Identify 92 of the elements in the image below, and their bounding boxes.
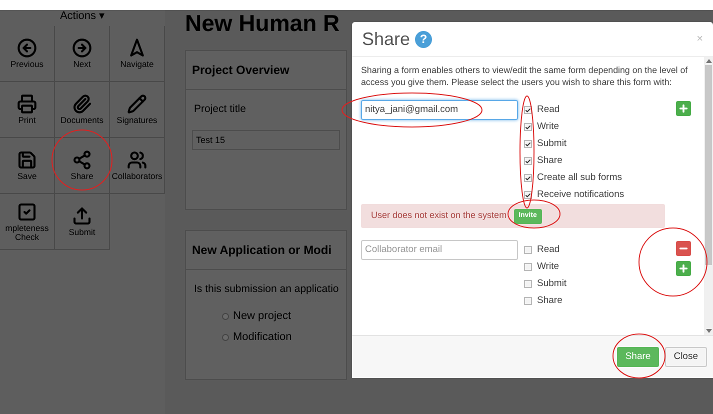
sidebar-action[interactable]: Collaborators (110, 138, 165, 194)
permission-checkbox[interactable]: Share (524, 155, 644, 167)
permission-label: Create all sub forms (537, 172, 622, 184)
right-arrow-circle-icon (72, 38, 92, 58)
permission-checkbox[interactable]: Share (524, 295, 644, 307)
permission-label: Read (537, 104, 560, 116)
sidebar-action[interactable]: Share (55, 138, 110, 194)
annotation-ellipse (612, 334, 666, 378)
page-title: New Human R (185, 10, 341, 36)
option-label: Modification (233, 330, 292, 346)
permission-label: Write (537, 261, 559, 273)
email-field[interactable]: Collaborator email (361, 240, 518, 260)
permission-label: Share (537, 295, 562, 307)
checkbox[interactable] (524, 246, 532, 254)
check-icon (525, 124, 531, 130)
pencil-icon (127, 94, 147, 114)
paperclip-icon (72, 94, 92, 114)
permission-checkbox[interactable]: Create all sub forms (524, 172, 644, 184)
scrollbar-thumb[interactable] (705, 65, 712, 265)
sidebar-action[interactable]: Save (0, 138, 55, 194)
text-field[interactable]: Test 15 (192, 130, 340, 150)
check-icon (525, 158, 531, 164)
scrollbar[interactable] (704, 57, 713, 335)
upload-icon (72, 206, 92, 226)
checkbox-icon (17, 202, 37, 222)
section-title: Project Overview (186, 51, 346, 90)
dialog-title: Share (362, 28, 410, 50)
sidebar-action[interactable]: Previous (0, 26, 55, 82)
sidebar-action[interactable]: Next (55, 26, 110, 82)
save-icon (17, 150, 37, 170)
users-icon (127, 150, 147, 170)
plus-icon (678, 103, 689, 114)
add-button[interactable] (676, 101, 691, 116)
email-field[interactable]: nitya_jani@gmail.com (361, 100, 518, 120)
permission-checkbox[interactable]: Submit (524, 138, 644, 150)
permission-label: Receive notifications (537, 189, 624, 201)
permission-label: Share (537, 155, 562, 167)
check-icon (525, 106, 531, 114)
permission-label: Read (537, 244, 560, 256)
permission-checkbox[interactable]: Submit (524, 278, 644, 290)
navigation-arrow-icon (127, 38, 147, 58)
sidebar-action[interactable]: Navigate (110, 26, 165, 82)
help-icon[interactable]: ? (415, 30, 432, 48)
option-label: New project (233, 308, 292, 324)
error-message: User does not exist on the system (371, 209, 507, 222)
checkbox[interactable] (524, 140, 532, 148)
check-icon (525, 174, 531, 182)
checkbox[interactable] (524, 297, 532, 305)
permission-checkbox[interactable]: Read (524, 244, 644, 256)
sidebar-action[interactable]: mpleteness Check (0, 194, 55, 250)
checkbox[interactable] (524, 263, 532, 271)
checkbox[interactable] (524, 106, 532, 114)
radio-option[interactable]: New project (222, 308, 346, 324)
check-icon (525, 192, 531, 198)
close-dialog-button[interactable]: Close (664, 347, 707, 367)
permission-checkbox[interactable]: Write (524, 261, 644, 273)
checkbox[interactable] (524, 174, 532, 182)
permission-label: Write (537, 121, 559, 133)
radio-button[interactable] (222, 312, 229, 320)
share-icon (72, 150, 92, 170)
annotation-ellipse (638, 228, 708, 296)
scroll-up-icon[interactable] (706, 59, 712, 63)
actions-dropdown[interactable]: Actions ▾ (60, 10, 106, 22)
left-arrow-circle-icon (17, 38, 37, 58)
field-label: Is this submission an applicatio (193, 282, 340, 297)
sidebar-action[interactable]: Print (0, 82, 55, 138)
radio-button[interactable] (222, 334, 229, 341)
section-title: New Application or Modi (186, 231, 346, 270)
sidebar-action[interactable]: Documents (55, 82, 110, 138)
radio-option[interactable]: Modification (222, 329, 346, 346)
checkbox[interactable] (524, 191, 532, 199)
checkbox[interactable] (524, 123, 532, 131)
close-button[interactable]: × (696, 30, 703, 48)
sidebar-action[interactable]: Submit (55, 194, 110, 250)
checkbox[interactable] (524, 280, 532, 288)
permission-checkbox[interactable]: Receive notifications (524, 189, 644, 201)
checkbox[interactable] (524, 157, 532, 165)
field-label: Project title (193, 102, 247, 117)
check-icon (525, 140, 531, 148)
intro-text: Sharing a form enables others to view/edit the same form depending on the level of access you give them. Please select the users you wish to share this form with: (361, 64, 689, 88)
annotation-ellipse (52, 130, 112, 190)
printer-icon (17, 94, 37, 114)
sidebar-action[interactable]: Signatures (110, 82, 165, 138)
permission-label: Submit (537, 278, 567, 290)
permission-checkbox[interactable]: Write (524, 121, 644, 133)
add-button[interactable] (676, 261, 691, 276)
permission-label: Submit (537, 138, 567, 150)
permission-checkbox[interactable]: Read (524, 104, 644, 116)
share-button[interactable]: Share (617, 347, 659, 367)
remove-button[interactable] (676, 241, 691, 256)
scroll-down-icon[interactable] (706, 329, 712, 333)
plus-icon (678, 263, 689, 274)
